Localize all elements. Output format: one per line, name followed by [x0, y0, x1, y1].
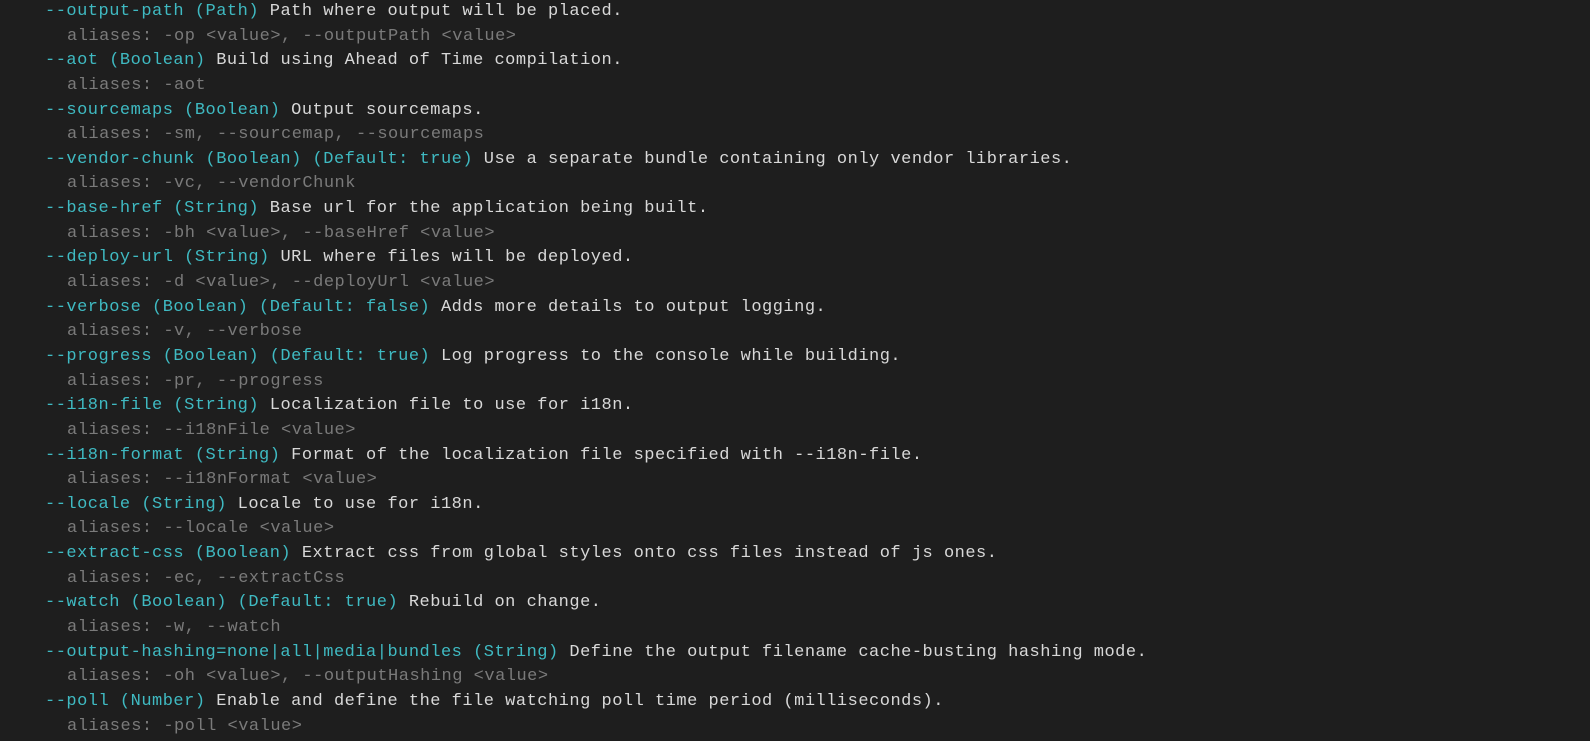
option-alias: aliases: -ec, --extractCss	[45, 567, 1590, 592]
option-desc: Format of the localization file specifie…	[280, 446, 922, 465]
option-desc: Log progress to the console while buildi…	[430, 347, 901, 366]
option-row: --output-hashing=none|all|media|bundles …	[45, 641, 1590, 666]
option-alias: aliases: -oh <value>, --outputHashing <v…	[45, 665, 1590, 690]
option-desc: Build using Ahead of Time compilation.	[206, 51, 623, 70]
option-flag: --deploy-url (String)	[45, 248, 270, 267]
option-row: --watch (Boolean) (Default: true) Rebuil…	[45, 591, 1590, 616]
option-flag: --i18n-format (String)	[45, 446, 280, 465]
option-desc: Adds more details to output logging.	[430, 298, 826, 317]
option-alias: aliases: -v, --verbose	[45, 320, 1590, 345]
option-flag: --output-hashing=none|all|media|bundles …	[45, 643, 559, 662]
option-desc: Extract css from global styles onto css …	[291, 544, 997, 563]
option-row: --vendor-chunk (Boolean) (Default: true)…	[45, 148, 1590, 173]
option-alias: aliases: -op <value>, --outputPath <valu…	[45, 25, 1590, 50]
option-desc: Locale to use for i18n.	[227, 495, 484, 514]
option-flag: --vendor-chunk (Boolean) (Default: true)	[45, 150, 473, 169]
option-row: --i18n-format (String) Format of the loc…	[45, 444, 1590, 469]
option-flag: --extract-css (Boolean)	[45, 544, 291, 563]
option-desc: Output sourcemaps.	[280, 101, 483, 120]
option-flag: --i18n-file (String)	[45, 396, 259, 415]
option-alias: aliases: --i18nFile <value>	[45, 419, 1590, 444]
option-row: --locale (String) Locale to use for i18n…	[45, 493, 1590, 518]
option-row: --progress (Boolean) (Default: true) Log…	[45, 345, 1590, 370]
option-row: --base-href (String) Base url for the ap…	[45, 197, 1590, 222]
option-desc: Define the output filename cache-busting…	[559, 643, 1148, 662]
option-desc: Localization file to use for i18n.	[259, 396, 634, 415]
terminal-output: --output-path (Path) Path where output w…	[45, 0, 1590, 739]
option-flag: --base-href (String)	[45, 199, 259, 218]
option-row: --output-path (Path) Path where output w…	[45, 0, 1590, 25]
option-flag: --output-path (Path)	[45, 2, 259, 21]
option-alias: aliases: -poll <value>	[45, 715, 1590, 740]
option-flag: --progress (Boolean) (Default: true)	[45, 347, 430, 366]
option-flag: --locale (String)	[45, 495, 227, 514]
option-row: --verbose (Boolean) (Default: false) Add…	[45, 296, 1590, 321]
option-desc: URL where files will be deployed.	[270, 248, 634, 267]
option-alias: aliases: -vc, --vendorChunk	[45, 172, 1590, 197]
option-flag: --aot (Boolean)	[45, 51, 206, 70]
option-alias: aliases: -aot	[45, 74, 1590, 99]
option-flag: --poll (Number)	[45, 692, 206, 711]
option-row: --extract-css (Boolean) Extract css from…	[45, 542, 1590, 567]
option-desc: Enable and define the file watching poll…	[206, 692, 944, 711]
option-alias: aliases: -pr, --progress	[45, 370, 1590, 395]
option-desc: Rebuild on change.	[398, 593, 601, 612]
option-desc: Base url for the application being built…	[259, 199, 708, 218]
option-row: --sourcemaps (Boolean) Output sourcemaps…	[45, 99, 1590, 124]
option-row: --deploy-url (String) URL where files wi…	[45, 246, 1590, 271]
option-flag: --sourcemaps (Boolean)	[45, 101, 280, 120]
option-alias: aliases: -d <value>, --deployUrl <value>	[45, 271, 1590, 296]
option-alias: aliases: --i18nFormat <value>	[45, 468, 1590, 493]
option-flag: --verbose (Boolean) (Default: false)	[45, 298, 430, 317]
option-desc: Use a separate bundle containing only ve…	[473, 150, 1072, 169]
option-row: --i18n-file (String) Localization file t…	[45, 394, 1590, 419]
option-alias: aliases: -sm, --sourcemap, --sourcemaps	[45, 123, 1590, 148]
option-flag: --watch (Boolean) (Default: true)	[45, 593, 398, 612]
option-alias: aliases: -bh <value>, --baseHref <value>	[45, 222, 1590, 247]
option-row: --poll (Number) Enable and define the fi…	[45, 690, 1590, 715]
option-desc: Path where output will be placed.	[259, 2, 623, 21]
option-row: --aot (Boolean) Build using Ahead of Tim…	[45, 49, 1590, 74]
option-alias: aliases: --locale <value>	[45, 517, 1590, 542]
option-alias: aliases: -w, --watch	[45, 616, 1590, 641]
